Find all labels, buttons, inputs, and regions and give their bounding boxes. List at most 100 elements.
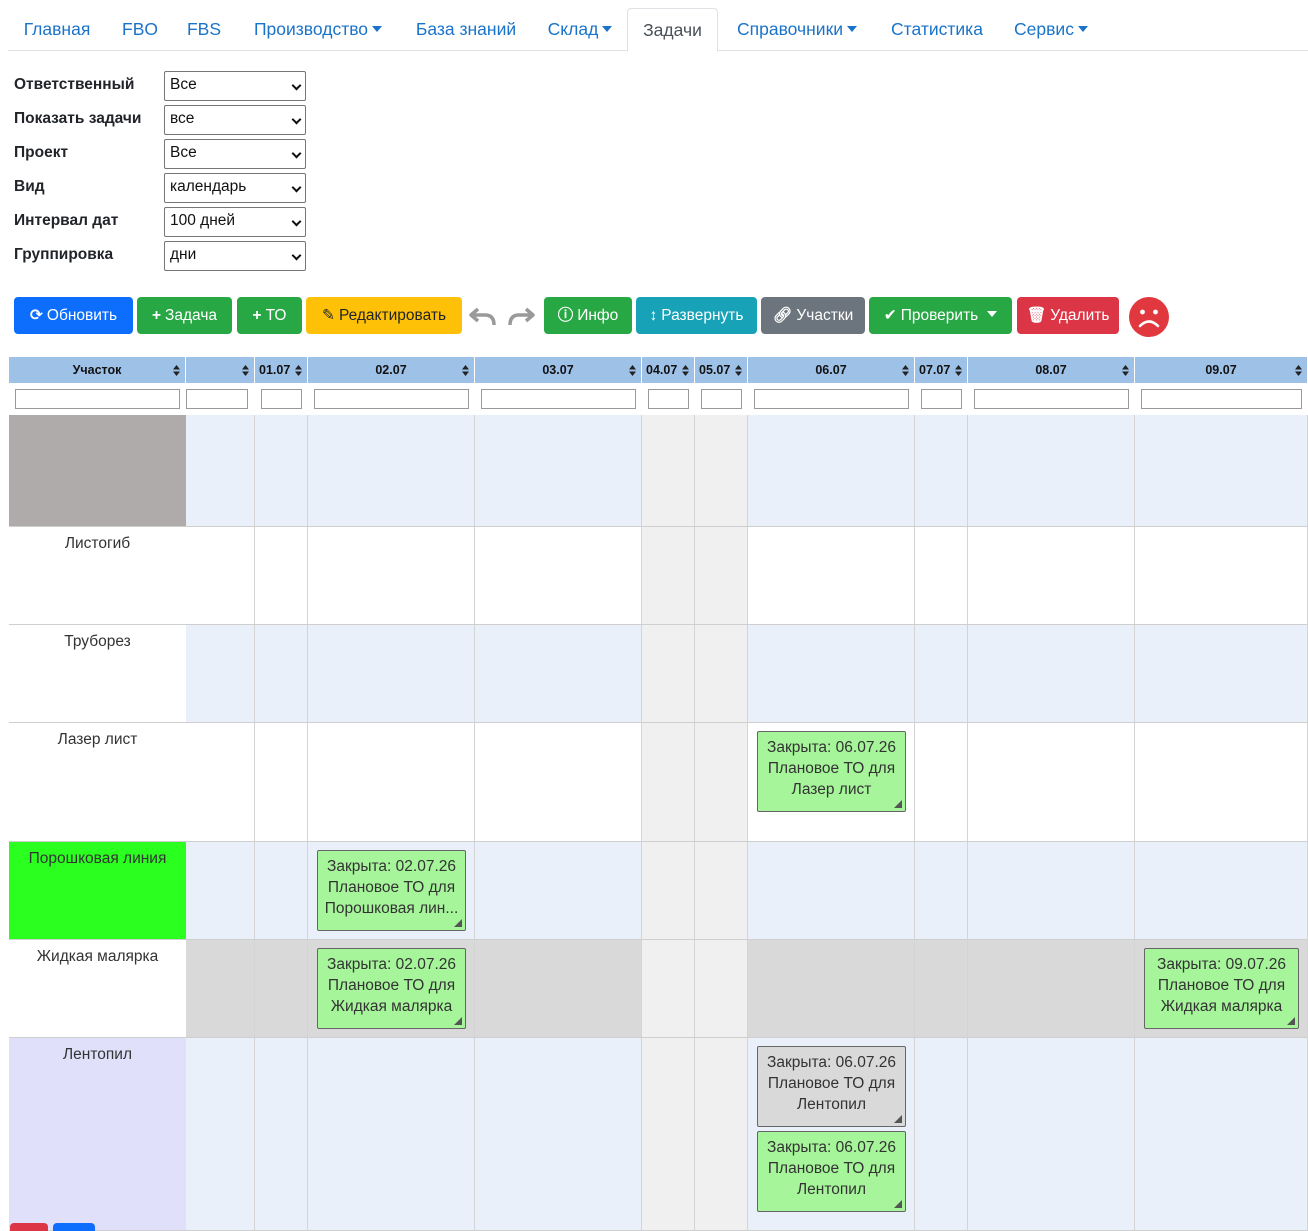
tab-statistics[interactable]: Статистика [885,8,989,51]
tab-warehouse[interactable]: Склад [540,8,620,51]
column-header[interactable]: 07.07 [915,357,968,383]
calendar-day-cell[interactable] [186,723,255,842]
calendar-day-cell[interactable] [255,842,308,940]
calendar-day-cell[interactable] [968,1038,1135,1231]
calendar-day-cell[interactable] [308,723,475,842]
calendar-day-cell[interactable] [748,527,915,625]
calendar-day-cell[interactable] [748,415,915,527]
column-filter-input[interactable] [15,389,180,409]
add-task-button[interactable]: + Задача [137,297,232,334]
calendar-day-cell[interactable] [1135,625,1308,723]
column-header[interactable]: 06.07 [748,357,915,383]
calendar-day-cell[interactable] [642,940,695,1038]
calendar-day-cell[interactable] [968,842,1135,940]
show-tasks-select[interactable]: все [164,105,306,135]
calendar-day-cell[interactable] [186,415,255,527]
calendar-day-cell[interactable] [1135,723,1308,842]
undo-icon[interactable] [468,301,498,331]
column-header[interactable]: 02.07 [308,357,475,383]
calendar-day-cell[interactable] [475,842,642,940]
calendar-day-cell[interactable] [748,842,915,940]
calendar-day-cell[interactable] [186,842,255,940]
column-filter-input[interactable] [314,389,469,409]
calendar-day-cell[interactable] [475,940,642,1038]
tab-production[interactable]: Производство [244,8,392,51]
column-filter-input[interactable] [974,389,1129,409]
calendar-day-cell[interactable] [1135,842,1308,940]
calendar-day-cell[interactable] [308,527,475,625]
redo-icon[interactable] [506,301,536,331]
calendar-day-cell[interactable] [475,527,642,625]
delete-button[interactable]: 🗑︎ Удалить [1017,297,1119,334]
tab-service[interactable]: Сервис [1006,8,1096,51]
calendar-day-cell[interactable] [968,940,1135,1038]
calendar-day-cell[interactable] [255,940,308,1038]
grouping-select[interactable]: дни [164,241,306,271]
resize-handle-icon[interactable] [1287,1017,1295,1025]
calendar-day-cell[interactable] [475,415,642,527]
resize-handle-icon[interactable] [894,1115,902,1123]
calendar-day-cell[interactable] [642,415,695,527]
column-header[interactable]: Участок [9,357,186,383]
tab-tasks[interactable]: Задачи [627,8,718,52]
task-card[interactable]: Закрыта: 02.07.26 Плановое ТО для Жидкая м… [317,948,466,1029]
calendar-day-cell[interactable] [186,527,255,625]
calendar-day-cell[interactable] [255,1038,308,1231]
task-card[interactable]: Закрыта: 06.07.26 Плановое ТО для Лентопил [757,1131,906,1212]
calendar-day-cell[interactable] [915,842,968,940]
calendar-day-cell[interactable] [255,415,308,527]
calendar-day-cell[interactable] [915,415,968,527]
calendar-day-cell[interactable] [308,415,475,527]
view-select[interactable]: календарь [164,173,306,203]
calendar-day-cell[interactable] [186,1038,255,1231]
bottom-blue-button[interactable] [53,1223,95,1231]
check-dropdown-button[interactable]: ✔ Проверить [869,297,1012,334]
calendar-day-cell[interactable] [642,842,695,940]
column-filter-input[interactable] [921,389,962,409]
calendar-day-cell[interactable] [642,723,695,842]
project-select[interactable]: Все [164,139,306,169]
column-filter-input[interactable] [186,389,248,409]
column-header[interactable]: 09.07 [1135,357,1308,383]
calendar-day-cell[interactable] [695,1038,748,1231]
calendar-day-cell[interactable] [695,940,748,1038]
calendar-day-cell[interactable] [915,940,968,1038]
task-card[interactable]: Закрыта: 06.07.26 Плановое ТО для Лентопил [757,1046,906,1127]
calendar-day-cell[interactable] [186,940,255,1038]
tab-fbs[interactable]: FBS [181,8,227,51]
calendar-day-cell[interactable] [308,1038,475,1231]
add-to-button[interactable]: + ТО [237,297,302,334]
resize-handle-icon[interactable] [454,919,462,927]
calendar-day-cell[interactable] [695,527,748,625]
refresh-button[interactable]: ⟳ Обновить [14,297,133,334]
calendar-day-cell[interactable] [915,527,968,625]
calendar-day-cell[interactable] [915,1038,968,1231]
calendar-day-cell[interactable] [695,625,748,723]
responsible-select[interactable]: Все [164,71,306,101]
calendar-day-cell[interactable] [642,1038,695,1231]
sections-button[interactable]: 🔗︎ Участки [761,297,865,334]
column-filter-input[interactable] [261,389,302,409]
column-header[interactable]: 03.07 [475,357,642,383]
task-card[interactable]: Закрыта: 02.07.26 Плановое ТО для Порошков… [317,850,466,931]
calendar-day-cell[interactable] [308,625,475,723]
calendar-day-cell[interactable] [642,625,695,723]
calendar-day-cell[interactable] [968,527,1135,625]
column-filter-input[interactable] [481,389,636,409]
resize-handle-icon[interactable] [894,800,902,808]
column-header[interactable]: 04.07 [642,357,695,383]
calendar-day-cell[interactable] [695,415,748,527]
tab-home[interactable]: Главная [17,8,97,51]
column-filter-input[interactable] [701,389,742,409]
calendar-day-cell[interactable] [695,723,748,842]
column-header[interactable]: 08.07 [968,357,1135,383]
calendar-day-cell[interactable] [968,723,1135,842]
calendar-day-cell[interactable] [915,723,968,842]
calendar-day-cell[interactable] [748,940,915,1038]
column-header[interactable]: 01.07 [255,357,308,383]
edit-button[interactable]: ✎ Редактировать [306,297,462,334]
info-button[interactable]: ⓘ Инфо [544,297,632,334]
calendar-day-cell[interactable] [255,625,308,723]
calendar-day-cell[interactable] [1135,1038,1308,1231]
column-header[interactable]: 05.07 [695,357,748,383]
